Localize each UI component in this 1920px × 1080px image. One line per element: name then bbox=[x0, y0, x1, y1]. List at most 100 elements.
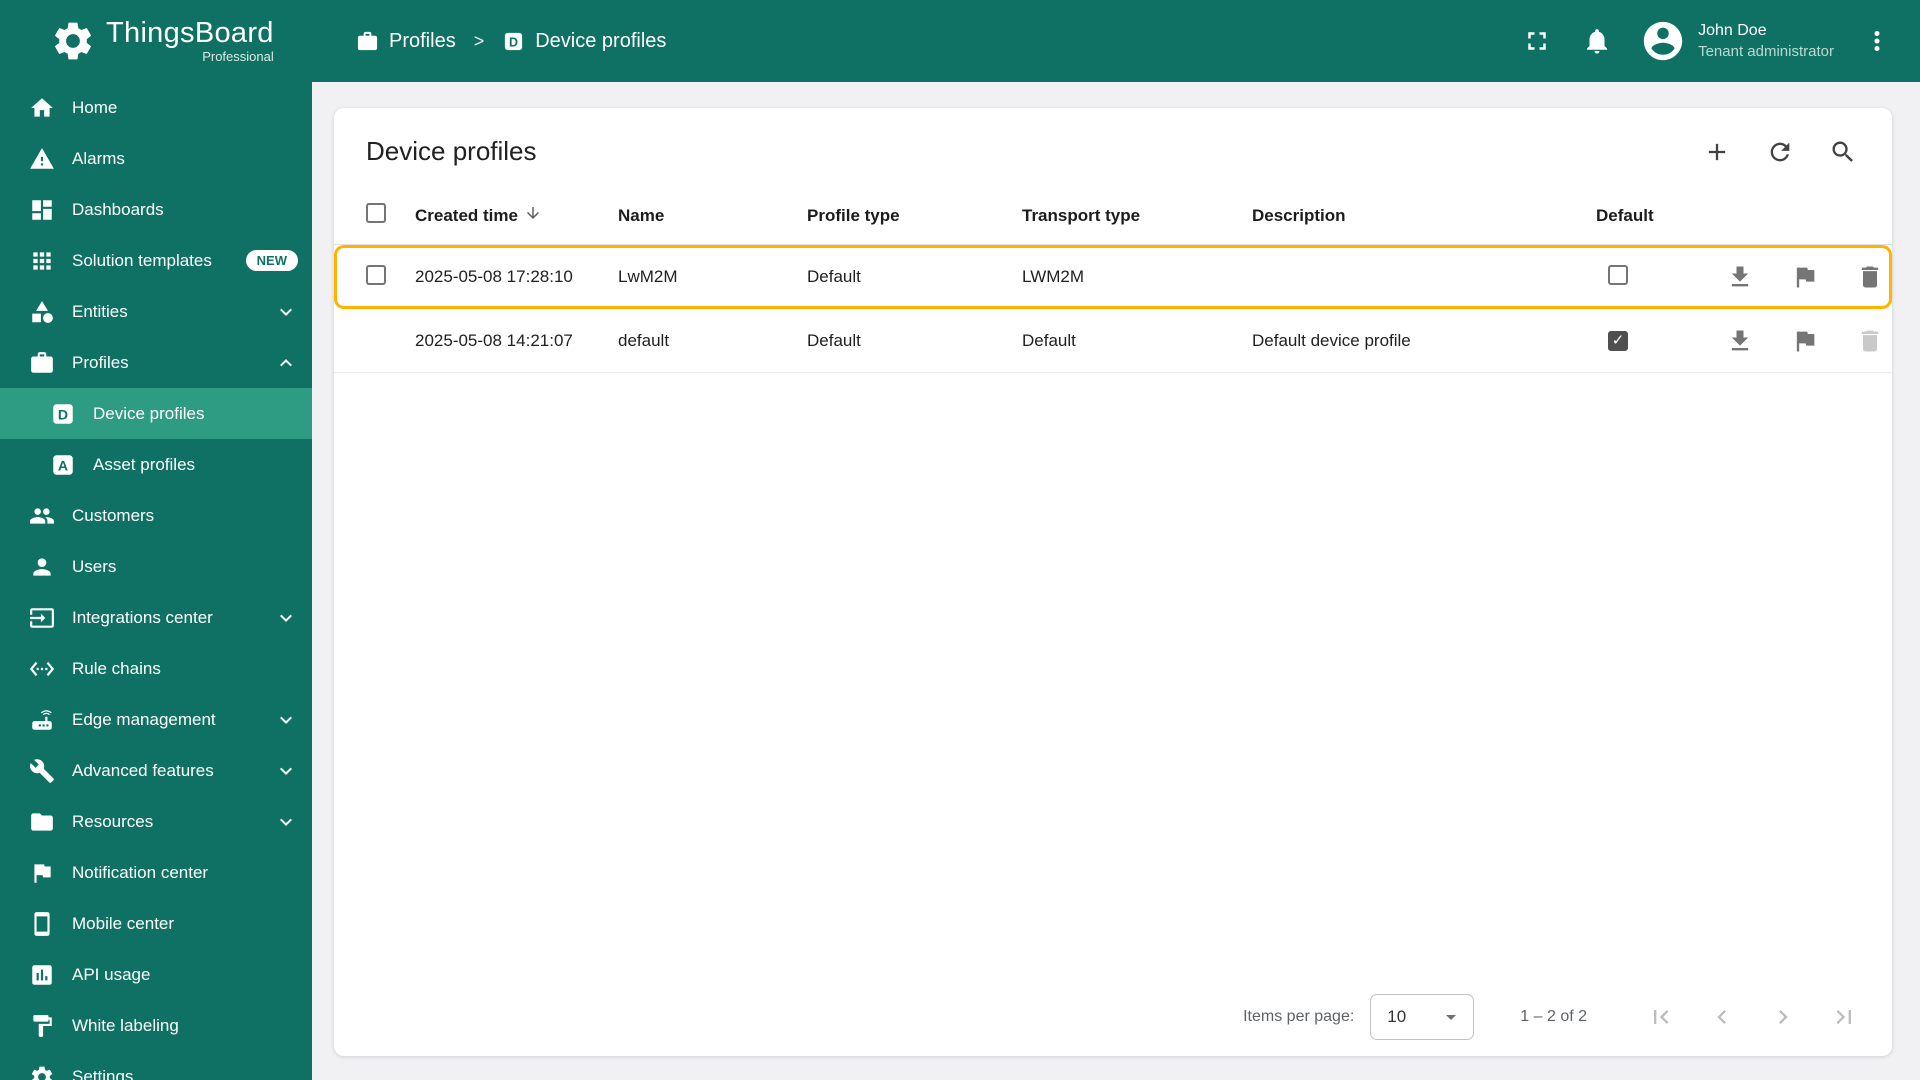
sidebar-item-solution-templates[interactable]: Solution templates NEW bbox=[0, 235, 312, 286]
header-cell-transport-type[interactable]: Transport type bbox=[1022, 206, 1252, 226]
sidebar-item-label: Advanced features bbox=[72, 760, 214, 780]
more-vert-icon bbox=[1874, 31, 1880, 51]
sidebar-item-mobile-center[interactable]: Mobile center bbox=[0, 898, 312, 949]
app-logo[interactable]: ThingsBoard Professional bbox=[0, 18, 312, 64]
sidebar-item-customers[interactable]: Customers bbox=[0, 490, 312, 541]
more-menu-button[interactable] bbox=[1860, 24, 1894, 58]
first-page-button[interactable] bbox=[1647, 1003, 1675, 1031]
sidebar-item-integrations-center[interactable]: Integrations center bbox=[0, 592, 312, 643]
input-icon bbox=[29, 605, 55, 631]
user-name: John Doe bbox=[1698, 21, 1767, 39]
row-actions bbox=[1714, 263, 1892, 291]
column-label: Default bbox=[1596, 205, 1654, 225]
download-icon bbox=[1731, 266, 1749, 287]
last-page-button[interactable] bbox=[1830, 1003, 1858, 1031]
paint-icon bbox=[29, 1013, 55, 1039]
sidebar-item-label: Mobile center bbox=[72, 913, 175, 933]
sidebar-item-label: Entities bbox=[72, 301, 128, 321]
table-header-row: Created time Name Profile type Transport… bbox=[334, 187, 1892, 245]
export-profile-button[interactable] bbox=[1726, 263, 1754, 291]
refresh-button[interactable] bbox=[1765, 137, 1795, 167]
sidebar-item-label: Resources bbox=[72, 811, 154, 831]
sidebar-item-advanced-features[interactable]: Advanced features bbox=[0, 745, 312, 796]
make-default-button[interactable] bbox=[1791, 263, 1819, 291]
sidebar-item-users[interactable]: Users bbox=[0, 541, 312, 592]
default-checkbox[interactable] bbox=[1608, 330, 1628, 351]
previous-page-button[interactable] bbox=[1708, 1003, 1736, 1031]
chevron-down-icon bbox=[274, 759, 298, 783]
page-size-select[interactable]: 10 bbox=[1370, 994, 1475, 1040]
sidebar-item-profiles[interactable]: Profiles bbox=[0, 337, 312, 388]
default-checkbox[interactable] bbox=[1608, 264, 1628, 285]
breadcrumb: Profiles > D Device profiles bbox=[356, 30, 666, 53]
cell-created-time: 2025-05-08 17:28:10 bbox=[415, 267, 573, 286]
sidebar-item-home[interactable]: Home bbox=[0, 82, 312, 133]
table-row[interactable]: 2025-05-08 17:28:10 LwM2M Default LWM2M bbox=[334, 245, 1892, 309]
sidebar-item-dashboards[interactable]: Dashboards bbox=[0, 184, 312, 235]
delete-profile-button[interactable] bbox=[1856, 263, 1884, 291]
svg-text:D: D bbox=[509, 35, 518, 49]
sidebar-item-rule-chains[interactable]: Rule chains bbox=[0, 643, 312, 694]
sidebar-item-resources[interactable]: Resources bbox=[0, 796, 312, 847]
fullscreen-button[interactable] bbox=[1520, 24, 1554, 58]
cell-created-time: 2025-05-08 14:21:07 bbox=[415, 330, 573, 350]
chevron-left-icon bbox=[1717, 1010, 1726, 1024]
breadcrumb-profiles[interactable]: Profiles bbox=[356, 30, 456, 53]
sidebar-item-label: Rule chains bbox=[72, 658, 161, 678]
flag-icon bbox=[1796, 267, 1815, 288]
sidebar-item-api-usage[interactable]: API usage bbox=[0, 949, 312, 1000]
avatar bbox=[1640, 18, 1686, 64]
rule-chain-icon bbox=[29, 656, 55, 682]
notifications-button[interactable] bbox=[1580, 24, 1614, 58]
home-icon bbox=[29, 95, 55, 121]
sidebar-item-label: Solution templates bbox=[72, 250, 212, 270]
row-checkbox[interactable] bbox=[366, 264, 386, 285]
items-per-page-label: Items per page: bbox=[1243, 1008, 1355, 1025]
chevron-down-icon bbox=[274, 708, 298, 732]
sidebar-item-label: Edge management bbox=[72, 709, 216, 729]
sidebar-item-white-labeling[interactable]: White labeling bbox=[0, 1000, 312, 1051]
plus-icon bbox=[1708, 143, 1726, 160]
folder-icon bbox=[29, 809, 55, 835]
refresh-icon bbox=[1770, 142, 1790, 161]
user-menu[interactable]: John Doe Tenant administrator bbox=[1640, 18, 1834, 64]
sidebar-item-asset-profiles[interactable]: A Asset profiles bbox=[0, 439, 312, 490]
add-device-profile-button[interactable] bbox=[1702, 137, 1732, 167]
sidebar-item-label: API usage bbox=[72, 964, 151, 984]
first-page-icon bbox=[1654, 1010, 1669, 1024]
header-cell-name[interactable]: Name bbox=[618, 206, 807, 226]
bell-icon bbox=[1587, 29, 1608, 54]
cell-profile-type: Default bbox=[807, 267, 861, 286]
sidebar-item-edge-management[interactable]: Edge management bbox=[0, 694, 312, 745]
account-circle-icon bbox=[1643, 21, 1683, 61]
chevron-up-icon bbox=[274, 351, 298, 375]
delete-profile-button bbox=[1856, 327, 1884, 355]
last-page-icon bbox=[1836, 1010, 1851, 1024]
sidebar-item-label: Home bbox=[72, 97, 118, 117]
flag-icon bbox=[1796, 331, 1815, 351]
sidebar-item-settings[interactable]: Settings bbox=[0, 1051, 312, 1080]
header-cell-profile-type[interactable]: Profile type bbox=[807, 206, 1022, 226]
svg-text:D: D bbox=[58, 406, 68, 422]
header-cell-created-time[interactable]: Created time bbox=[415, 204, 618, 227]
sidebar-item-device-profiles[interactable]: D Device profiles bbox=[0, 388, 312, 439]
select-all-checkbox[interactable] bbox=[366, 203, 386, 223]
sidebar-item-entities[interactable]: Entities bbox=[0, 286, 312, 337]
person-icon bbox=[29, 554, 55, 580]
cell-name: default bbox=[618, 330, 670, 350]
table-row[interactable]: 2025-05-08 14:21:07 default Default Defa… bbox=[334, 309, 1892, 373]
column-label: Name bbox=[618, 205, 665, 225]
breadcrumb-separator: > bbox=[473, 30, 485, 51]
sidebar-item-alarms[interactable]: Alarms bbox=[0, 133, 312, 184]
header-cell-default[interactable]: Default bbox=[1596, 206, 1714, 226]
device-profile-icon: D bbox=[505, 32, 523, 50]
apps-grid-icon bbox=[29, 248, 55, 274]
export-profile-button[interactable] bbox=[1726, 327, 1754, 355]
cell-default bbox=[1596, 264, 1714, 290]
breadcrumb-device-profiles[interactable]: D Device profiles bbox=[502, 30, 666, 53]
header-cell-description[interactable]: Description bbox=[1252, 206, 1596, 226]
make-default-button[interactable] bbox=[1791, 327, 1819, 355]
search-button[interactable] bbox=[1828, 137, 1858, 167]
sidebar-item-notification-center[interactable]: Notification center bbox=[0, 847, 312, 898]
next-page-button[interactable] bbox=[1769, 1003, 1797, 1031]
